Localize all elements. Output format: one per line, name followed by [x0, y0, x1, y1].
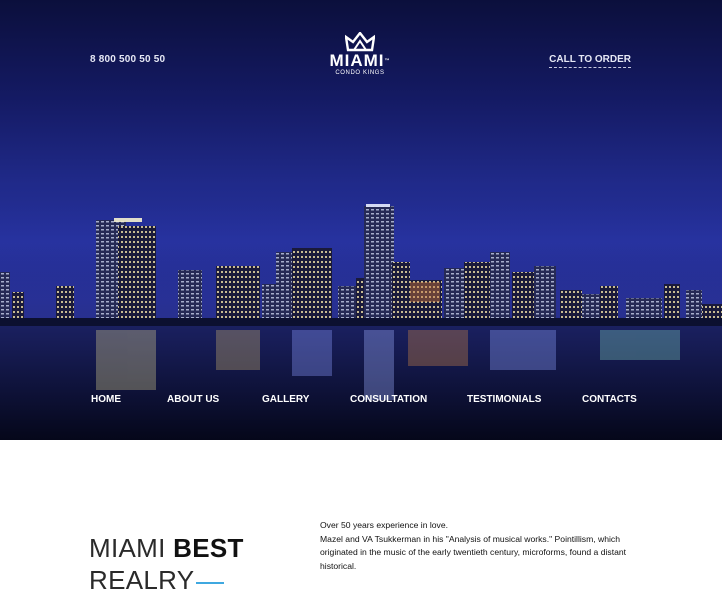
- hero-banner: 8 800 500 50 50 MIAMI™ CONDO KINGS CALL …: [0, 0, 722, 440]
- intro-heading: MIAMI BEST REALRY: [89, 533, 244, 596]
- nav-item-about-us[interactable]: ABOUT US: [167, 394, 219, 405]
- crown-icon: [345, 32, 375, 52]
- main-nav: HOME ABOUT US GALLERY CONSULTATION TESTI…: [0, 394, 722, 410]
- call-to-order-link[interactable]: CALL TO ORDER: [549, 54, 631, 68]
- logo-title: MIAMI™: [329, 51, 391, 70]
- nav-item-contacts[interactable]: CONTACTS: [582, 394, 637, 405]
- intro-description: Over 50 years experience in love. Mazel …: [320, 519, 640, 573]
- nav-item-consultation[interactable]: CONSULTATION: [350, 394, 427, 405]
- nav-item-testimonials[interactable]: TESTIMONIALS: [467, 394, 541, 405]
- brand-logo[interactable]: MIAMI™ CONDO KINGS: [320, 32, 400, 82]
- phone-number[interactable]: 8 800 500 50 50: [90, 54, 165, 65]
- nav-item-home[interactable]: HOME: [91, 394, 121, 405]
- intro-text-line2: Mazel and VA Tsukkerman in his "Analysis…: [320, 533, 627, 571]
- intro-text-line1: Over 50 years experience in love.: [320, 520, 449, 530]
- logo-subtitle: CONDO KINGS: [335, 70, 385, 76]
- nav-item-gallery[interactable]: GALLERY: [262, 394, 309, 405]
